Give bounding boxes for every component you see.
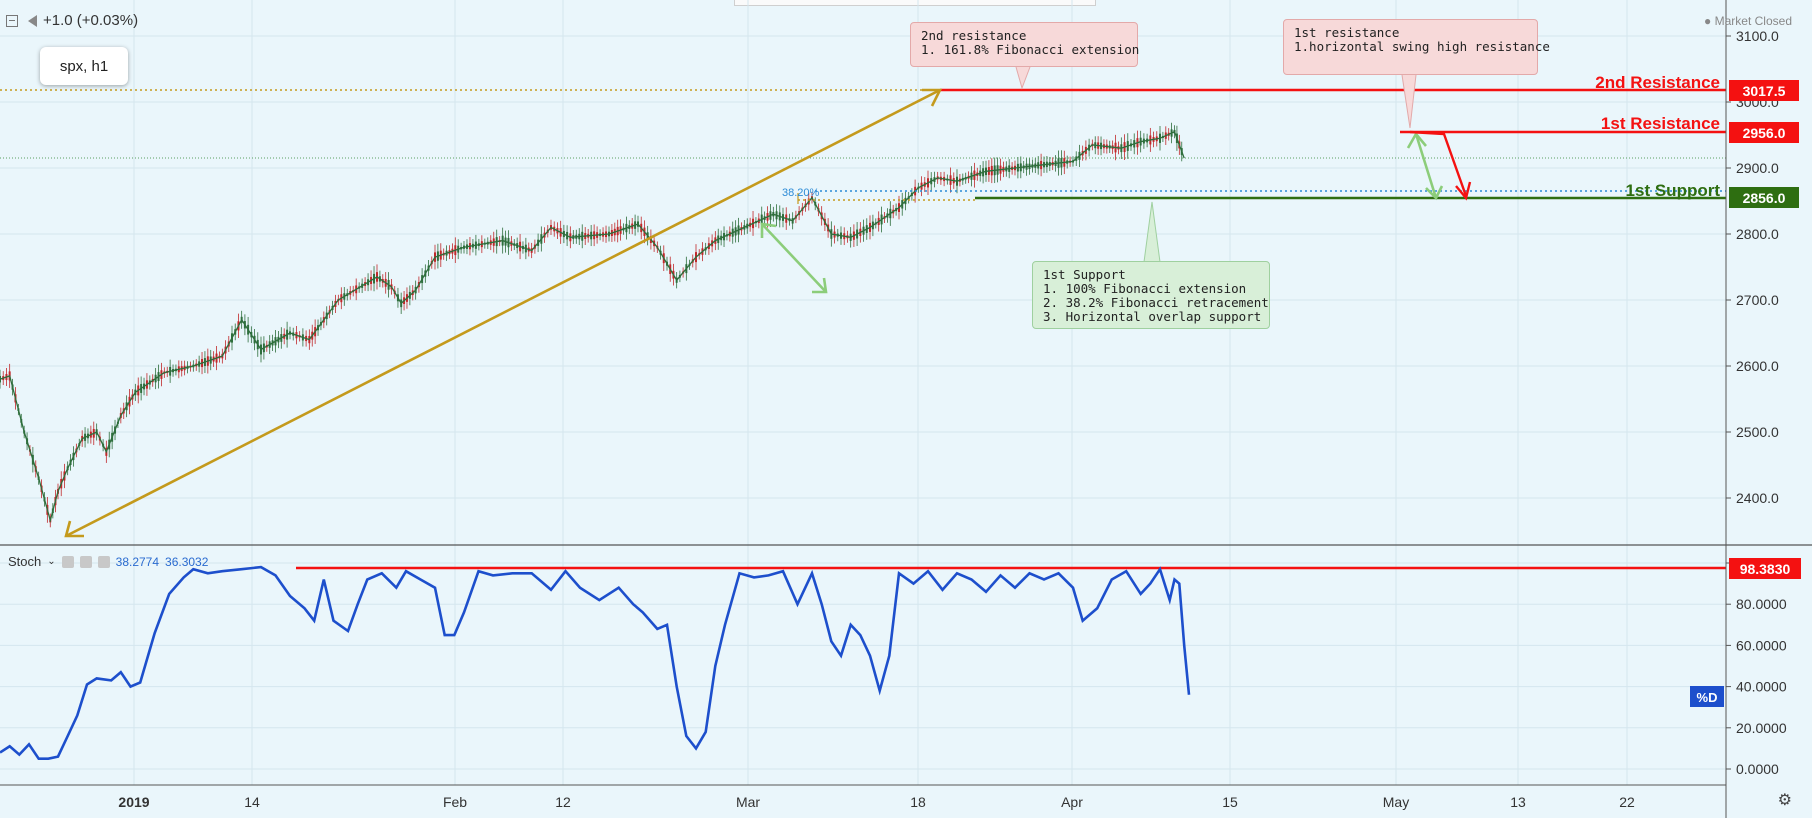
sup1-note-line1: 1. 100% Fibonacci extension [1043,281,1247,296]
x-tick-label: Feb [443,794,467,810]
stoch-legend: Stoch ⌄ 38.2774 36.3032 [8,554,208,569]
stoch-tick-label: 40.0000 [1736,679,1787,695]
green-swing-arrow-may [1406,131,1444,201]
close-icon[interactable] [97,555,110,568]
change-text: +1.0 (+0.03%) [43,12,139,29]
x-tick-label: Apr [1061,794,1083,810]
symbol-badge[interactable]: spx, h1 [40,47,128,85]
market-status-text: Market Closed [1714,14,1792,28]
y-tick-label: 3100.0 [1736,28,1779,44]
sup1-callout-pointer [1143,201,1161,263]
x-tick-label: 18 [910,794,926,810]
x-tick-label: 12 [555,794,571,810]
x-tick-label: 15 [1222,794,1238,810]
sup1-note-title: 1st Support [1043,267,1126,282]
stoch-tick-label: 60.0000 [1736,637,1787,653]
stoch-d-label: %D [1697,690,1718,705]
x-tick-label: 13 [1510,794,1526,810]
sup1-value: 2856.0 [1743,190,1786,206]
collapse-icon[interactable] [6,14,18,27]
sup1-badge: 2856.0 [1729,187,1799,208]
res2-callout-pointer [1015,66,1031,90]
x-tick-label: 2019 [118,794,149,810]
chart-app: { "header": { "change_text": "+1.0 (+0.0… [0,0,1812,818]
play-back-icon[interactable] [28,14,37,27]
fib-extension-arrow [64,88,943,538]
sup1-note-line3: 3. Horizontal overlap support [1043,309,1262,324]
y-tick-label: 2600.0 [1736,358,1779,374]
y-tick-label: 2800.0 [1736,226,1779,242]
res2-label: 2nd Resistance [1595,73,1720,92]
res1-label: 1st Resistance [1601,114,1720,133]
market-status: ● Market Closed [1704,14,1792,28]
eye-icon[interactable] [61,555,74,568]
res2-badge: 3017.5 [1729,80,1799,101]
candles [0,122,1183,528]
stoch-tick-label: 20.0000 [1736,720,1787,736]
y-tick-label: 2400.0 [1736,490,1779,506]
res2-note-line1: 1. 161.8% Fibonacci extension [921,42,1140,57]
x-axis[interactable]: 2019 14 Feb 12 Mar 18 Apr 15 May 13 22 [118,794,1635,810]
sup1-annotation[interactable]: 1st Support 1. 100% Fibonacci extension … [1032,261,1270,329]
stoch-d-value: 36.3032 [165,554,209,569]
stoch-level-value: 98.3830 [1740,561,1791,577]
y-tick-label: 2700.0 [1736,292,1779,308]
sup1-label: 1st Support [1626,181,1721,200]
stoch-line [0,565,1191,760]
price-chart-svg: 3100.03000.02900.02800.02700.02600.02500… [0,0,1812,818]
gear-icon[interactable] [79,555,92,568]
stoch-tick-label: 0.0000 [1736,761,1779,777]
res1-value: 2956.0 [1743,125,1786,141]
res2-note-title: 2nd resistance [921,28,1027,43]
x-tick-label: Mar [736,794,760,810]
res1-note-title: 1st resistance [1294,25,1400,40]
y-tick-label: 2500.0 [1736,424,1779,440]
stoch-level-badge: 98.3830 [1729,558,1801,579]
res1-annotation[interactable]: 1st resistance 1.horizontal swing high r… [1283,19,1550,75]
y-tick-label: 2900.0 [1736,160,1779,176]
stoch-label[interactable]: Stoch [8,554,41,569]
res1-badge: 2956.0 [1729,122,1799,143]
x-tick-label: 14 [244,794,260,810]
symbol-text: spx, h1 [59,57,109,75]
chart-header: +1.0 (+0.03%) [6,12,138,29]
stoch-d-badge: %D [1690,686,1724,707]
chevron-down-icon[interactable]: ⌄ [47,556,55,567]
sup1-note-line2: 2. 38.2% Fibonacci retracement [1043,295,1269,310]
res2-value: 3017.5 [1743,83,1786,99]
stoch-tick-label: 80.0000 [1736,596,1787,612]
res1-note-line1: 1.horizontal swing high resistance [1294,39,1550,54]
price-line [0,130,1185,523]
stoch-y-axis[interactable]: 100.000080.000060.000040.000020.00000.00… [1726,555,1795,777]
res2-annotation[interactable]: 2nd resistance 1. 161.8% Fibonacci exten… [910,22,1140,67]
stoch-k-value: 38.2774 [115,554,160,569]
x-tick-label: May [1383,794,1409,810]
grid [0,0,1726,785]
settings-gear-icon[interactable]: ⚙ [1778,790,1792,810]
x-tick-label: 22 [1619,794,1635,810]
fib-38-label: 38.20% [782,187,820,199]
